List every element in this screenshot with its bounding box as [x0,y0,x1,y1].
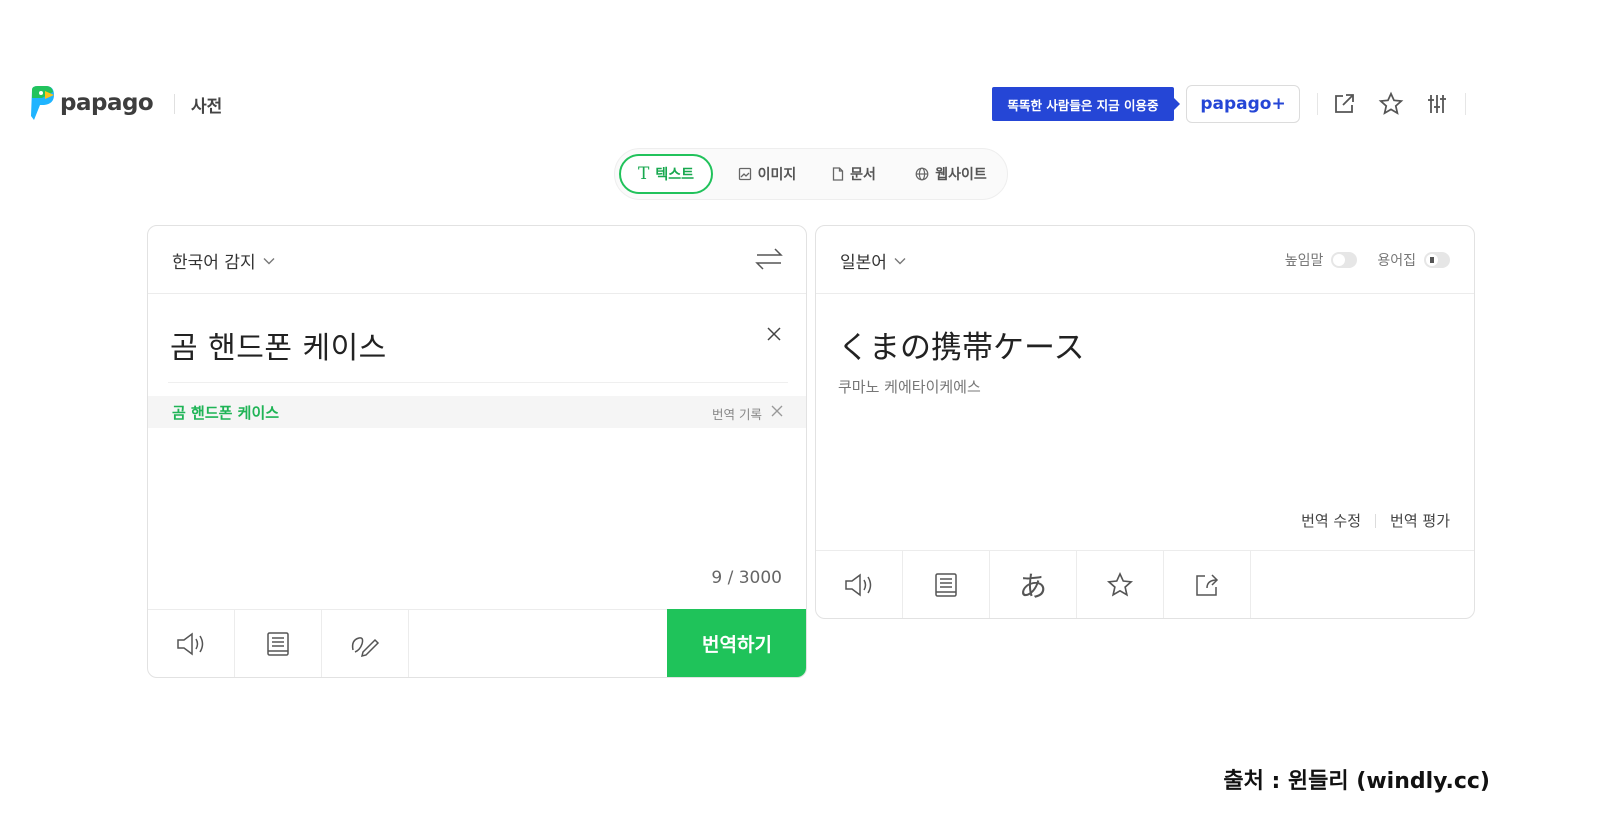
glossary-toggle[interactable] [1424,252,1450,268]
pronunciation-text: 쿠마노 케에타이케에스 [838,378,981,396]
target-language-label: 일본어 [840,253,887,273]
source-credit: 출처 : 윈들리 (windly.cc) [1223,769,1490,794]
honorific-toggle[interactable] [1331,252,1358,268]
target-options: 높임말 용어집 [1285,250,1450,270]
glossary-label: 용어집 [1377,253,1416,269]
dictionary-book-icon[interactable] [235,610,322,677]
share-icon[interactable] [1164,551,1251,618]
divider [1375,513,1377,528]
swap-languages-icon[interactable] [754,244,784,274]
source-toolbar: 번역하기 [148,609,806,677]
tab-text[interactable]: T 텍스트 [619,154,713,194]
char-counter: 9 / 3000 [711,568,782,588]
tab-label: 문서 [850,167,876,183]
translation-output: くまの携帯ケース [838,330,1085,366]
image-icon [738,167,751,181]
globe-icon [915,167,929,181]
history-item[interactable]: 곰 핸드폰 케이스 [172,402,279,423]
papago-plus-button[interactable]: papago+ [1186,85,1300,123]
document-icon [832,167,844,181]
handwriting-pen-icon[interactable] [322,610,409,677]
settings-sliders-icon[interactable] [1423,90,1451,118]
dictionary-link[interactable]: 사전 [191,92,222,117]
star-icon[interactable] [1077,551,1164,618]
edit-translation-link[interactable]: 번역 수정 [1301,510,1361,531]
tab-label: 웹사이트 [935,167,987,183]
history-suggestion[interactable]: 곰 핸드폰 케이스 번역 기록 [148,396,806,428]
mode-tabs: T 텍스트 이미지 문서 웹사이트 [614,148,1008,200]
header-divider [1465,93,1466,115]
chevron-down-icon [894,257,906,264]
promo-banner[interactable]: 똑똑한 사람들은 지금 이용중 [992,87,1180,121]
brand-name: papago [60,90,154,116]
target-panel: 일본어 높임말 용어집 くまの携帯ケース 쿠마노 케에타이케에스 번역 수정 번… [815,225,1475,619]
speaker-icon[interactable] [148,610,235,677]
close-icon[interactable] [764,324,784,344]
external-link-icon[interactable] [1330,90,1358,118]
star-icon[interactable] [1377,90,1405,118]
tab-website[interactable]: 웹사이트 [905,154,997,194]
source-text-input[interactable]: 곰 핸드폰 케이스 [170,323,387,367]
tab-label: 텍스트 [655,167,694,183]
target-language-select[interactable]: 일본어 [840,248,907,273]
tab-document[interactable]: 문서 [821,154,887,194]
translation-feedback: 번역 수정 번역 평가 [1301,510,1450,531]
source-panel: 한국어 감지 곰 핸드폰 케이스 곰 핸드폰 케이스 번역 기록 9 / 300… [147,225,807,678]
chevron-down-icon [263,257,275,264]
app-header: papago 사전 똑똑한 사람들은 지금 이용중 papago+ [0,78,1600,128]
tab-label: 이미지 [757,167,797,183]
tab-image[interactable]: 이미지 [727,154,807,194]
papago-logo[interactable]: papago [28,86,154,120]
rate-translation-link[interactable]: 번역 평가 [1390,510,1450,531]
target-panel-header: 일본어 높임말 용어집 [816,226,1474,294]
header-divider [1317,93,1318,115]
source-language-select[interactable]: 한국어 감지 [172,248,276,273]
close-icon[interactable] [770,404,784,418]
translate-button[interactable]: 번역하기 [667,609,806,677]
hiragana-icon[interactable]: あ [990,551,1077,618]
header-divider [174,94,175,114]
source-language-label: 한국어 감지 [172,253,256,273]
target-toolbar: あ [816,550,1474,618]
divider [168,382,788,383]
text-t-icon: T [638,164,650,184]
papago-bird-icon [31,86,54,120]
speaker-icon[interactable] [816,551,903,618]
source-panel-header: 한국어 감지 [148,226,806,294]
dictionary-book-icon[interactable] [903,551,990,618]
honorific-label: 높임말 [1284,253,1324,269]
history-label: 번역 기록 [712,407,762,422]
